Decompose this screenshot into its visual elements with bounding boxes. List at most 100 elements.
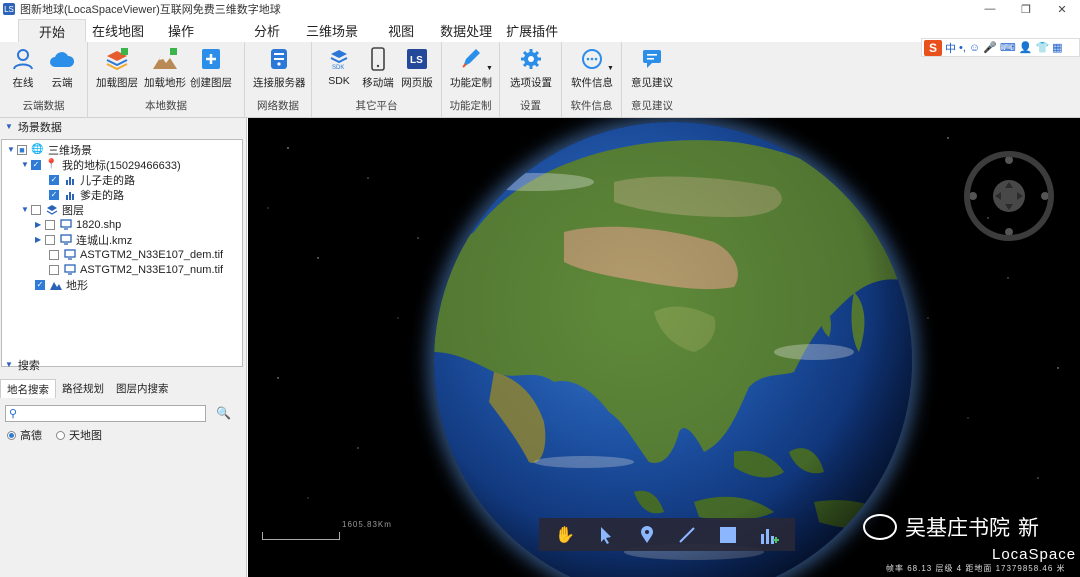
group-feedback: 意见建议 意见建议	[622, 42, 682, 118]
collapse-triangle-icon[interactable]: ▼	[5, 360, 13, 369]
expand-arrow-icon[interactable]: ▼	[21, 205, 31, 214]
checkbox-unchecked[interactable]	[45, 219, 55, 230]
software-info-button[interactable]: ▼ 软件信息	[569, 46, 615, 90]
create-layer-button[interactable]: 创建图层	[188, 46, 234, 90]
radio-gaode[interactable]: 高德	[7, 427, 42, 443]
group-customization: ▼ 功能定制 功能定制	[442, 42, 500, 118]
tab-extensions[interactable]: 扩展插件	[500, 19, 564, 42]
wechat-watermark: 吴基庄书院 新	[863, 512, 1039, 542]
tab-route-planning[interactable]: 路径规划	[56, 379, 110, 398]
tree-item-lianchengshan-kmz[interactable]: ▶ 连城山.kmz	[35, 232, 132, 247]
hand-icon[interactable]: ✋	[554, 524, 576, 546]
tree-item-layers[interactable]: ▼ 图层	[21, 202, 84, 217]
pin-icon[interactable]	[636, 524, 658, 546]
chevron-down-icon: ▼	[607, 65, 614, 72]
checkbox-checked[interactable]: ✓	[49, 174, 59, 185]
load-terrain-button[interactable]: 加载地形	[142, 46, 188, 90]
checkbox-checked[interactable]: ✓	[35, 279, 45, 290]
tab-online-map[interactable]: 在线地图	[86, 19, 148, 42]
ime-punctuation[interactable]: •,	[959, 42, 966, 54]
tab-analysis[interactable]: 分析	[224, 19, 294, 42]
user-icon[interactable]: 👤	[1019, 41, 1033, 54]
web-version-button[interactable]: LS 网页版	[394, 46, 440, 90]
sogou-logo-icon[interactable]: S	[924, 39, 942, 56]
tab-view[interactable]: 视图	[368, 19, 426, 42]
pointer-icon[interactable]	[595, 524, 617, 546]
tab-start[interactable]: 开始	[18, 19, 86, 42]
checkbox-partial[interactable]: ■	[17, 144, 27, 155]
expand-arrow-icon[interactable]: ▶	[35, 235, 45, 244]
group-local-data: 加载图层 加载地形 创建图层 本地数据	[88, 42, 245, 118]
cloud-button[interactable]: 云端	[39, 46, 85, 90]
tree-item-dem-tif[interactable]: ASTGTM2_N33E107_dem.tif	[49, 247, 223, 262]
tree-item-label: 1820.shp	[76, 218, 122, 231]
group-software-info: ▼ 软件信息 软件信息	[562, 42, 622, 118]
scene-tree: ▼ ■ 🌐 三维场景 ▼ ✓ 📍 我的地标(15029466633) ✓ 儿子走…	[1, 139, 243, 367]
status-line: 帧率 68.13 层级 4 距地面 17379858.46 米	[886, 564, 1066, 573]
tab-data-processing[interactable]: 数据处理	[426, 19, 500, 42]
chart-add-icon[interactable]	[758, 524, 780, 546]
radio-dot[interactable]	[56, 430, 65, 440]
line-icon[interactable]	[676, 524, 698, 546]
expand-arrow-icon[interactable]: ▼	[21, 160, 31, 169]
tab-place-search[interactable]: 地名搜索	[0, 379, 56, 398]
checkbox-unchecked[interactable]	[31, 204, 41, 215]
tab-layer-search[interactable]: 图层内搜索	[110, 379, 175, 398]
load-terrain-label: 加载地形	[144, 77, 186, 89]
add-layer-icon	[198, 46, 224, 72]
radio-tianditu[interactable]: 天地图	[56, 427, 102, 443]
sdk-icon: SDK	[326, 46, 352, 72]
monitor-icon	[63, 249, 76, 261]
checkbox-unchecked[interactable]	[49, 264, 59, 275]
search-input[interactable]: ⚲	[5, 405, 206, 422]
restore-button[interactable]: ❐	[1008, 0, 1044, 18]
tree-item-terrain[interactable]: ✓ 地形	[35, 277, 88, 292]
checkbox-checked[interactable]: ✓	[49, 189, 59, 200]
square-icon[interactable]	[717, 524, 739, 546]
ime-language[interactable]: 中	[945, 40, 956, 56]
emoji-icon[interactable]: ☺	[969, 42, 980, 54]
earth-globe[interactable]	[434, 122, 912, 577]
location-pin-icon: ⚲	[9, 408, 18, 420]
tree-item-son-path[interactable]: ✓ 儿子走的路	[49, 172, 135, 187]
shirt-icon[interactable]: 👕	[1035, 41, 1049, 54]
map-viewport[interactable]: 1605.83Km ✋ 吴基庄书院 新 LocaSpace 帧率 68.13 层…	[248, 118, 1080, 577]
grid-icon[interactable]: ▦	[1052, 41, 1062, 54]
group-network-data: 连接服务器 网络数据	[245, 42, 312, 118]
keyboard-icon[interactable]: ⌨	[1000, 41, 1016, 54]
search-header[interactable]: ▼ 搜索	[0, 356, 247, 373]
tree-item-num-tif[interactable]: ASTGTM2_N33E107_num.tif	[49, 262, 223, 277]
navigation-compass[interactable]	[964, 151, 1054, 241]
close-button[interactable]: ✕	[1044, 0, 1080, 18]
tree-item-1820-shp[interactable]: ▶ 1820.shp	[35, 217, 121, 232]
expand-arrow-icon[interactable]: ▶	[35, 220, 45, 229]
monitor-icon	[59, 234, 72, 246]
customize-button[interactable]: ▼ 功能定制	[448, 46, 494, 90]
checkbox-unchecked[interactable]	[45, 234, 55, 245]
terrain-icon	[152, 46, 178, 72]
connect-server-button[interactable]: 连接服务器	[253, 46, 306, 90]
expand-arrow-icon[interactable]: ▼	[7, 145, 17, 154]
scene-data-header[interactable]: ▼ 场景数据	[0, 118, 246, 135]
checkbox-checked[interactable]: ✓	[31, 159, 41, 170]
left-panel: ▼ 场景数据 ▼ ■ 🌐 三维场景 ▼ ✓ 📍 我的地标(15029466633…	[0, 118, 247, 577]
load-layer-button[interactable]: 加载图层	[94, 46, 140, 90]
chevron-down-icon: ▼	[486, 65, 493, 72]
tree-item-dad-path[interactable]: ✓ 爹走的路	[49, 187, 124, 202]
tab-3d-scene[interactable]: 三维场景	[294, 19, 368, 42]
tree-item-label: 三维场景	[48, 144, 92, 157]
user-icon	[10, 46, 36, 72]
feedback-button[interactable]: 意见建议	[629, 46, 675, 90]
collapse-triangle-icon[interactable]: ▼	[5, 122, 13, 131]
options-button[interactable]: 选项设置	[508, 46, 554, 90]
tree-item-my-landmarks[interactable]: ▼ ✓ 📍 我的地标(15029466633)	[21, 157, 181, 172]
microphone-icon[interactable]: 🎤	[983, 41, 997, 54]
checkbox-unchecked[interactable]	[49, 249, 59, 260]
search-icon[interactable]: 🔍	[216, 406, 231, 420]
radio-dot-selected[interactable]	[7, 430, 16, 440]
tab-operation[interactable]: 操作	[148, 19, 224, 42]
group-label-settings: 设置	[520, 100, 541, 112]
tree-item-3d-scene[interactable]: ▼ ■ 🌐 三维场景	[7, 142, 92, 157]
minimize-button[interactable]: —	[972, 0, 1008, 18]
tree-item-label: 地形	[66, 279, 88, 292]
